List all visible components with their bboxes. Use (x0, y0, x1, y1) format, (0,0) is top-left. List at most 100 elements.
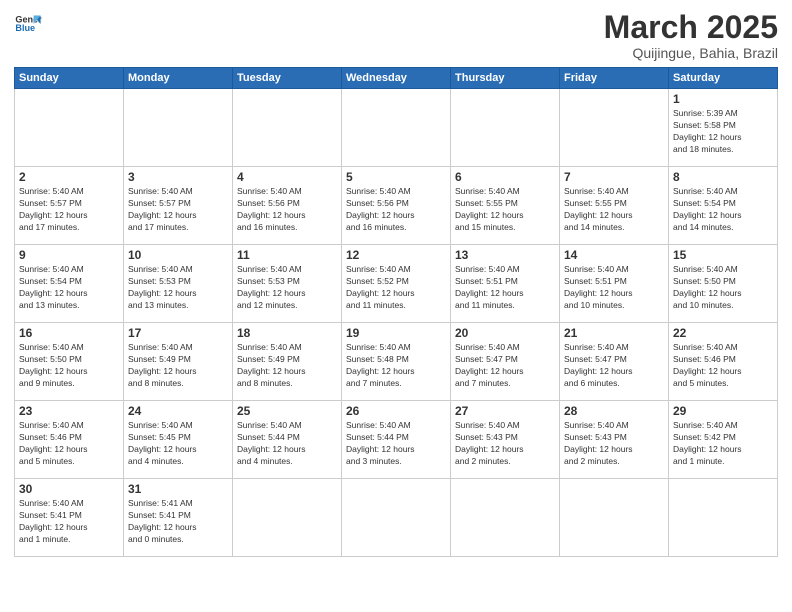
table-row: 3 Sunrise: 5:40 AM Sunset: 5:57 PM Daylig… (124, 167, 233, 245)
day-number: 31 (128, 482, 228, 496)
day-info: Sunrise: 5:40 AM Sunset: 5:46 PM Dayligh… (19, 420, 119, 468)
day-number: 5 (346, 170, 446, 184)
day-info: Sunrise: 5:40 AM Sunset: 5:56 PM Dayligh… (346, 186, 446, 234)
table-row: 28 Sunrise: 5:40 AM Sunset: 5:43 PM Dayli… (560, 401, 669, 479)
header-sunday: Sunday (15, 68, 124, 89)
table-row: 12 Sunrise: 5:40 AM Sunset: 5:52 PM Dayli… (342, 245, 451, 323)
day-number: 13 (455, 248, 555, 262)
day-info: Sunrise: 5:40 AM Sunset: 5:57 PM Dayligh… (19, 186, 119, 234)
day-info: Sunrise: 5:40 AM Sunset: 5:54 PM Dayligh… (19, 264, 119, 312)
weekday-header-row: Sunday Monday Tuesday Wednesday Thursday… (15, 68, 778, 89)
day-number: 22 (673, 326, 773, 340)
day-number: 14 (564, 248, 664, 262)
day-info: Sunrise: 5:40 AM Sunset: 5:43 PM Dayligh… (564, 420, 664, 468)
table-row: 5 Sunrise: 5:40 AM Sunset: 5:56 PM Daylig… (342, 167, 451, 245)
day-info: Sunrise: 5:40 AM Sunset: 5:57 PM Dayligh… (128, 186, 228, 234)
table-row: 4 Sunrise: 5:40 AM Sunset: 5:56 PM Daylig… (233, 167, 342, 245)
day-info: Sunrise: 5:40 AM Sunset: 5:51 PM Dayligh… (455, 264, 555, 312)
day-number: 27 (455, 404, 555, 418)
day-number: 23 (19, 404, 119, 418)
day-info: Sunrise: 5:40 AM Sunset: 5:49 PM Dayligh… (237, 342, 337, 390)
table-row: 20Sunrise: 5:40 AM Sunset: 5:47 PM Dayli… (451, 323, 560, 401)
table-row (342, 479, 451, 557)
table-row: 9 Sunrise: 5:40 AM Sunset: 5:54 PM Daylig… (15, 245, 124, 323)
table-row (124, 89, 233, 167)
header: General Blue March 2025 Quijingue, Bahia… (14, 10, 778, 61)
table-row: 25 Sunrise: 5:40 AM Sunset: 5:44 PM Dayli… (233, 401, 342, 479)
logo-icon: General Blue (14, 10, 42, 38)
day-info: Sunrise: 5:40 AM Sunset: 5:56 PM Dayligh… (237, 186, 337, 234)
day-info: Sunrise: 5:40 AM Sunset: 5:45 PM Dayligh… (128, 420, 228, 468)
day-number: 3 (128, 170, 228, 184)
day-number: 18 (237, 326, 337, 340)
day-number: 26 (346, 404, 446, 418)
table-row: 19 Sunrise: 5:40 AM Sunset: 5:48 PM Dayli… (342, 323, 451, 401)
day-info: Sunrise: 5:39 AM Sunset: 5:58 PM Dayligh… (673, 108, 773, 156)
table-row: 24 Sunrise: 5:40 AM Sunset: 5:45 PM Dayli… (124, 401, 233, 479)
day-number: 29 (673, 404, 773, 418)
day-info: Sunrise: 5:40 AM Sunset: 5:46 PM Dayligh… (673, 342, 773, 390)
day-number: 1 (673, 92, 773, 106)
day-number: 10 (128, 248, 228, 262)
day-info: Sunrise: 5:40 AM Sunset: 5:44 PM Dayligh… (346, 420, 446, 468)
day-info: Sunrise: 5:40 AM Sunset: 5:51 PM Dayligh… (564, 264, 664, 312)
day-info: Sunrise: 5:40 AM Sunset: 5:44 PM Dayligh… (237, 420, 337, 468)
day-number: 11 (237, 248, 337, 262)
table-row: 23 Sunrise: 5:40 AM Sunset: 5:46 PM Dayli… (15, 401, 124, 479)
day-number: 12 (346, 248, 446, 262)
table-row: 7 Sunrise: 5:40 AM Sunset: 5:55 PM Daylig… (560, 167, 669, 245)
day-info: Sunrise: 5:40 AM Sunset: 5:55 PM Dayligh… (564, 186, 664, 234)
day-info: Sunrise: 5:40 AM Sunset: 5:43 PM Dayligh… (455, 420, 555, 468)
table-row (669, 479, 778, 557)
day-number: 4 (237, 170, 337, 184)
page: General Blue March 2025 Quijingue, Bahia… (0, 0, 792, 612)
header-tuesday: Tuesday (233, 68, 342, 89)
table-row: 17Sunrise: 5:40 AM Sunset: 5:49 PM Dayli… (124, 323, 233, 401)
day-info: Sunrise: 5:40 AM Sunset: 5:50 PM Dayligh… (19, 342, 119, 390)
table-row (560, 479, 669, 557)
table-row: 18 Sunrise: 5:40 AM Sunset: 5:49 PM Dayli… (233, 323, 342, 401)
day-info: Sunrise: 5:40 AM Sunset: 5:47 PM Dayligh… (564, 342, 664, 390)
title-block: March 2025 Quijingue, Bahia, Brazil (604, 10, 778, 61)
table-row: 21Sunrise: 5:40 AM Sunset: 5:47 PM Dayli… (560, 323, 669, 401)
day-number: 30 (19, 482, 119, 496)
day-number: 19 (346, 326, 446, 340)
table-row: 22 Sunrise: 5:40 AM Sunset: 5:46 PM Dayli… (669, 323, 778, 401)
table-row (560, 89, 669, 167)
table-row: 8Sunrise: 5:40 AM Sunset: 5:54 PM Daylig… (669, 167, 778, 245)
day-number: 28 (564, 404, 664, 418)
table-row: 15Sunrise: 5:40 AM Sunset: 5:50 PM Dayli… (669, 245, 778, 323)
header-thursday: Thursday (451, 68, 560, 89)
day-info: Sunrise: 5:40 AM Sunset: 5:47 PM Dayligh… (455, 342, 555, 390)
day-number: 24 (128, 404, 228, 418)
day-info: Sunrise: 5:40 AM Sunset: 5:53 PM Dayligh… (237, 264, 337, 312)
logo: General Blue (14, 10, 42, 38)
day-number: 2 (19, 170, 119, 184)
day-number: 25 (237, 404, 337, 418)
table-row: 11 Sunrise: 5:40 AM Sunset: 5:53 PM Dayli… (233, 245, 342, 323)
day-info: Sunrise: 5:40 AM Sunset: 5:52 PM Dayligh… (346, 264, 446, 312)
table-row: 16 Sunrise: 5:40 AM Sunset: 5:50 PM Dayli… (15, 323, 124, 401)
table-row: 31Sunrise: 5:41 AM Sunset: 5:41 PM Dayli… (124, 479, 233, 557)
calendar: Sunday Monday Tuesday Wednesday Thursday… (14, 67, 778, 557)
day-info: Sunrise: 5:40 AM Sunset: 5:53 PM Dayligh… (128, 264, 228, 312)
day-number: 8 (673, 170, 773, 184)
day-info: Sunrise: 5:40 AM Sunset: 5:48 PM Dayligh… (346, 342, 446, 390)
table-row (233, 89, 342, 167)
header-friday: Friday (560, 68, 669, 89)
table-row: 29Sunrise: 5:40 AM Sunset: 5:42 PM Dayli… (669, 401, 778, 479)
day-number: 17 (128, 326, 228, 340)
table-row: 2 Sunrise: 5:40 AM Sunset: 5:57 PM Daylig… (15, 167, 124, 245)
month-title: March 2025 (604, 10, 778, 45)
table-row: 27 Sunrise: 5:40 AM Sunset: 5:43 PM Dayli… (451, 401, 560, 479)
header-wednesday: Wednesday (342, 68, 451, 89)
svg-text:Blue: Blue (15, 23, 35, 33)
day-number: 7 (564, 170, 664, 184)
header-saturday: Saturday (669, 68, 778, 89)
day-number: 9 (19, 248, 119, 262)
day-number: 16 (19, 326, 119, 340)
day-info: Sunrise: 5:40 AM Sunset: 5:50 PM Dayligh… (673, 264, 773, 312)
table-row: 30Sunrise: 5:40 AM Sunset: 5:41 PM Dayli… (15, 479, 124, 557)
subtitle: Quijingue, Bahia, Brazil (604, 45, 778, 61)
table-row: 10 Sunrise: 5:40 AM Sunset: 5:53 PM Dayli… (124, 245, 233, 323)
